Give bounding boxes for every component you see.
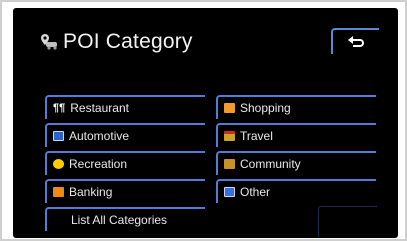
category-community-button[interactable]: Community bbox=[216, 151, 376, 175]
category-label: Shopping bbox=[240, 101, 291, 115]
back-button[interactable] bbox=[331, 28, 379, 54]
device-frame: POI Category ¶¶ Restaurant Shopping Auto… bbox=[0, 0, 407, 241]
category-label: Restaurant bbox=[70, 101, 129, 115]
smiley-icon bbox=[53, 159, 64, 169]
decorative-frame bbox=[318, 206, 377, 237]
page-title-text: POI Category bbox=[63, 30, 193, 53]
category-label: Other bbox=[240, 185, 271, 199]
category-shopping-button[interactable]: Shopping bbox=[216, 95, 376, 119]
car-icon bbox=[53, 131, 64, 141]
navigation-screen: POI Category ¶¶ Restaurant Shopping Auto… bbox=[13, 8, 398, 238]
category-recreation-button[interactable]: Recreation bbox=[45, 151, 205, 175]
category-other-button[interactable]: Other bbox=[216, 179, 376, 203]
category-restaurant-button[interactable]: ¶¶ Restaurant bbox=[45, 95, 205, 119]
category-label: Travel bbox=[240, 129, 273, 143]
category-travel-button[interactable]: Travel bbox=[216, 123, 376, 147]
list-all-categories-button[interactable]: List All Categories bbox=[45, 207, 205, 231]
category-label: Community bbox=[240, 157, 301, 171]
bank-icon bbox=[53, 187, 64, 197]
community-icon bbox=[224, 159, 235, 169]
category-automotive-button[interactable]: Automotive bbox=[45, 123, 205, 147]
travel-icon bbox=[224, 131, 235, 141]
category-banking-button[interactable]: Banking bbox=[45, 179, 205, 203]
category-label: Automotive bbox=[69, 129, 130, 143]
list-all-label: List All Categories bbox=[71, 213, 168, 227]
shopping-icon bbox=[224, 103, 235, 113]
return-arrow-icon bbox=[348, 36, 364, 47]
other-icon bbox=[224, 187, 235, 197]
page-title: POI Category bbox=[39, 30, 193, 54]
fork-knife-icon: ¶¶ bbox=[53, 102, 66, 114]
map-pin-car-icon bbox=[41, 34, 57, 50]
category-label: Recreation bbox=[69, 157, 128, 171]
category-label: Banking bbox=[69, 185, 113, 199]
